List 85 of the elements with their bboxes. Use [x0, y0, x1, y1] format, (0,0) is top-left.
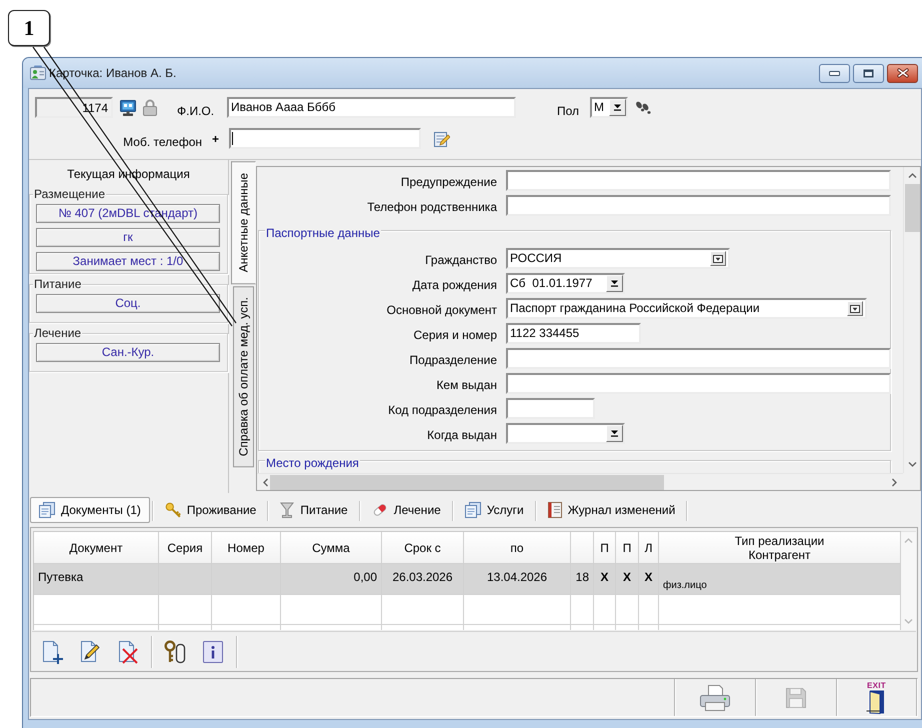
scroll-down-icon[interactable] — [908, 462, 916, 467]
text-field[interactable] — [506, 398, 595, 419]
scroll-right-icon[interactable] — [892, 478, 897, 486]
scroll-left-icon[interactable] — [263, 478, 268, 486]
callout-number: 1 — [8, 10, 50, 46]
field-label: Моб. телефон — [122, 135, 202, 149]
notepad-pencil-icon[interactable] — [434, 130, 450, 146]
dropdown-button[interactable] — [609, 99, 626, 116]
minimize-icon — [829, 70, 840, 76]
notebook-icon — [548, 502, 562, 518]
info-field: Соц. — [36, 294, 220, 313]
caret-icon — [610, 280, 619, 287]
field-label: Серия и номер — [412, 327, 497, 342]
field-label: Телефон родственника — [366, 199, 497, 214]
field-label: Основной документ — [386, 302, 497, 317]
date-field[interactable] — [506, 423, 625, 444]
keys-icon — [163, 640, 187, 664]
text-field[interactable]: 1122 334455 — [506, 323, 641, 344]
scrollbar-thumb[interactable] — [904, 184, 920, 232]
scroll-up-icon[interactable] — [908, 173, 916, 178]
footprints-icon — [634, 100, 652, 116]
caret-icon — [850, 304, 860, 312]
minimize-button[interactable] — [819, 64, 850, 82]
close-button[interactable] — [887, 64, 918, 82]
tab[interactable]: Журнал изменений — [538, 497, 684, 523]
dropdown-button[interactable] — [606, 425, 623, 442]
field-label: Дата рождения — [411, 277, 497, 292]
document-cross-icon — [116, 640, 140, 664]
horizontal-scrollbar[interactable] — [257, 473, 903, 490]
caret-icon — [613, 104, 622, 111]
info-icon — [202, 640, 224, 664]
info-field: гк — [36, 228, 220, 247]
maximize-icon — [863, 68, 874, 78]
field-label: Ф.И.О. — [177, 104, 216, 118]
info-field: Занимает мест : 1/0 — [36, 252, 220, 271]
required-mark: + — [210, 132, 220, 146]
padlock-icon — [143, 99, 157, 116]
text-field[interactable] — [506, 195, 891, 216]
text-field[interactable] — [506, 170, 891, 191]
floppy-icon — [785, 686, 807, 708]
maximize-button[interactable] — [853, 64, 884, 82]
table-row[interactable]: Путевка 0,00 26.03.2026 13.04.2026 18 X X X физ.лицо — [34, 564, 901, 595]
dropdown-button[interactable] — [606, 275, 623, 292]
caret-icon — [713, 254, 723, 262]
date-field[interactable]: Сб 01.01.1977 — [506, 273, 625, 294]
text-field[interactable] — [506, 373, 891, 394]
group-title: Паспортные данные — [265, 226, 381, 241]
field-label: Пол — [557, 104, 580, 118]
field-label: Предупреждение — [400, 174, 497, 189]
dropdown-field[interactable]: Паспорт гражданина Российской Федерации — [506, 298, 867, 319]
pages-icon — [39, 502, 55, 518]
id-card-icon — [30, 65, 46, 81]
goblet-icon — [280, 502, 294, 518]
field-label: Гражданство — [424, 252, 497, 267]
vertical-scrollbar[interactable] — [903, 167, 920, 473]
group-title: Размещение — [33, 187, 106, 202]
info-field: Сан.-Кур. — [36, 343, 220, 362]
document-pencil-icon — [78, 640, 102, 664]
field-label: Кем выдан — [435, 377, 497, 392]
text-field[interactable] — [506, 348, 891, 369]
vertical-tab[interactable]: Анкетные данные — [231, 161, 256, 284]
document-plus-icon — [40, 640, 64, 664]
text-field[interactable]: Иванов Аааа Бббб — [227, 97, 516, 118]
tab[interactable]: Проживание — [156, 497, 266, 523]
monitor-icon — [120, 100, 136, 116]
scrollbar-thumb[interactable] — [270, 474, 664, 490]
caret-icon — [610, 430, 619, 437]
field-label: Код подразделения — [387, 402, 497, 417]
field-label: Подразделение — [408, 352, 497, 367]
close-icon — [896, 68, 908, 78]
tab[interactable]: Лечение — [362, 497, 450, 523]
exit-button[interactable]: EXIT — [860, 680, 894, 715]
dropdown-button[interactable] — [710, 251, 726, 266]
pages-icon — [464, 502, 481, 518]
text-field[interactable] — [229, 128, 421, 149]
key-icon — [164, 502, 181, 518]
field-label: Когда выдан — [426, 427, 497, 442]
dropdown-button[interactable] — [847, 301, 863, 316]
dropdown-field[interactable]: РОССИЯ — [506, 248, 730, 269]
printer-icon — [699, 684, 731, 712]
tab[interactable]: Питание — [271, 497, 357, 523]
dropdown-field[interactable]: М — [590, 97, 628, 118]
vertical-tab[interactable]: Справка об оплате мед. усп. — [233, 286, 254, 468]
group-title: Место рождения — [265, 456, 360, 471]
tab[interactable]: Услуги — [456, 497, 533, 523]
